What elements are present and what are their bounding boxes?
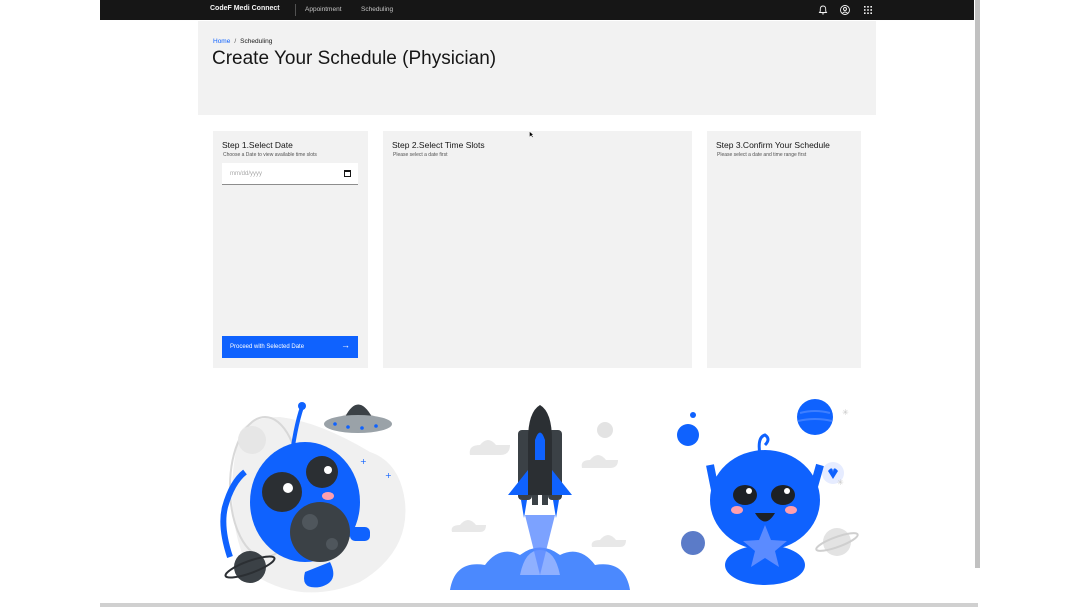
page-header: Home / Scheduling Create Your Schedule (Ph… — [198, 21, 876, 115]
breadcrumb-home-link[interactable]: Home — [213, 38, 230, 45]
step-1-subtitle: Choose a Date to view available time slo… — [223, 152, 317, 158]
date-input[interactable]: mm/dd/yyyy — [222, 163, 358, 185]
nav-divider — [295, 4, 296, 16]
calendar-icon[interactable] — [344, 170, 351, 177]
breadcrumb: Home / Scheduling — [213, 38, 272, 45]
step-3-card: Step 3.Confirm Your Schedule Please sele… — [707, 131, 861, 368]
step-3-title: Step 3.Confirm Your Schedule — [716, 140, 830, 150]
step-1-card: Step 1.Select Date Choose a Date to view… — [213, 131, 368, 368]
breadcrumb-current: Scheduling — [240, 38, 273, 45]
step-3-subtitle: Please select a date and time range firs… — [717, 152, 807, 158]
app-switcher-icon[interactable] — [862, 4, 874, 16]
brand-name[interactable]: CodeF Medi Connect — [210, 5, 280, 12]
svg-text:+: + — [360, 457, 367, 466]
step-1-title: Step 1.Select Date — [222, 140, 293, 150]
top-navigation-bar: CodeF Medi Connect Appointment Schedulin… — [100, 0, 974, 20]
mouse-cursor-icon — [529, 131, 534, 138]
svg-text:✳: ✳ — [842, 408, 849, 417]
rocket-launch-illustration — [450, 405, 630, 590]
user-avatar-icon[interactable] — [839, 4, 851, 16]
svg-text:+: + — [385, 471, 392, 480]
nav-item-scheduling[interactable]: Scheduling — [361, 6, 393, 13]
happy-alien-illustration: ✳ ✳ — [677, 399, 859, 585]
nav-item-appointment[interactable]: Appointment — [305, 6, 342, 13]
svg-text:✳: ✳ — [837, 478, 844, 487]
vertical-scrollbar[interactable] — [975, 0, 980, 568]
proceed-button[interactable]: Proceed with Selected Date → — [222, 336, 358, 358]
arrow-right-icon: → — [341, 340, 350, 350]
step-2-title: Step 2.Select Time Slots — [392, 140, 485, 150]
date-input-placeholder: mm/dd/yyyy — [230, 171, 263, 177]
page-title: Create Your Schedule (Physician) — [212, 48, 497, 69]
horizontal-scrollbar[interactable] — [100, 603, 978, 607]
app-viewport: CodeF Medi Connect Appointment Schedulin… — [100, 0, 974, 608]
step-2-card: Step 2.Select Time Slots Please select a… — [383, 131, 692, 368]
breadcrumb-separator: / — [234, 38, 237, 45]
step-2-subtitle: Please select a date first — [393, 152, 448, 158]
proceed-button-label: Proceed with Selected Date — [230, 344, 305, 350]
alien-planet-illustration: + + + — [220, 402, 406, 593]
notification-icon[interactable] — [817, 4, 829, 16]
